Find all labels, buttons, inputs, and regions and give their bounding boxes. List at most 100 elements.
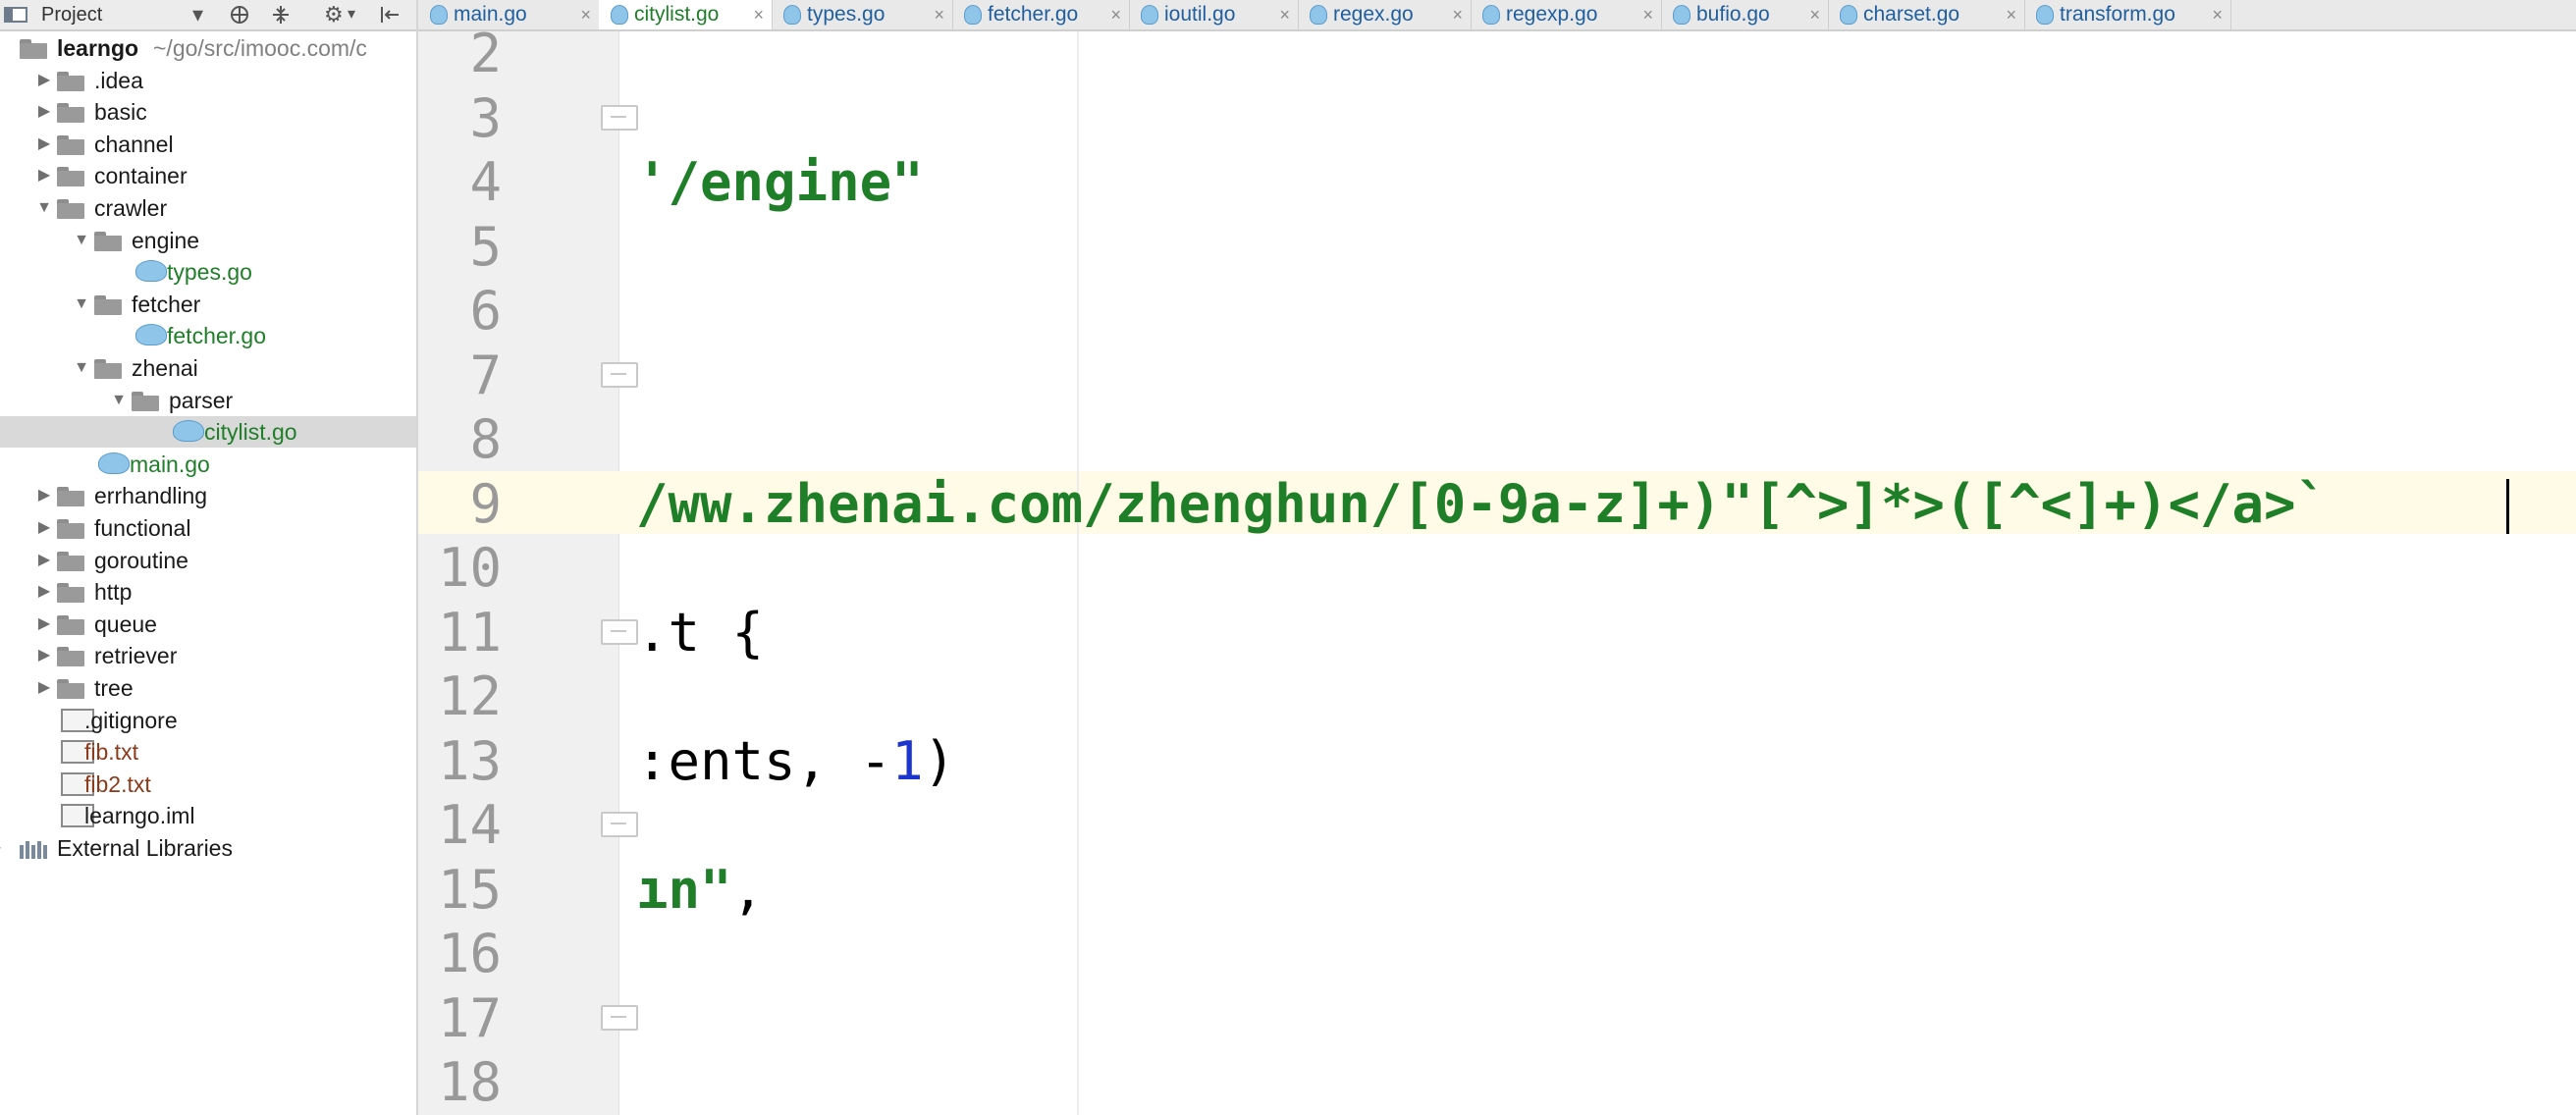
fold-marker-icon[interactable] [601,361,638,388]
project-view-icon [4,7,27,23]
tree-item[interactable]: ▶ .idea [0,65,416,96]
line-number: 4 [469,151,502,213]
code-line[interactable]: .t { [636,602,764,664]
expand-arrow-right-icon[interactable]: ▶ [0,832,4,864]
line-number: 16 [437,923,502,984]
tree-item-label: External Libraries [57,835,233,861]
expand-arrow-right-icon[interactable]: ▶ [35,480,53,511]
tab-bufio-go[interactable]: bufio.go × [1661,0,1829,29]
tree-item[interactable]: ▼ learngo ~/go/src/imooc.com/c [0,32,416,64]
expand-arrow-down-icon[interactable]: ▼ [35,192,53,224]
tree-item-label: zhenai [132,355,198,381]
expand-arrow-down-icon[interactable]: ▼ [0,32,4,64]
tree-item[interactable]: ▶ container [0,160,416,191]
tree-item[interactable]: ▶ errhandling [0,480,416,511]
project-title[interactable]: Project [41,0,102,29]
tree-item[interactable]: .gitignore [0,705,416,736]
go-file-icon [1840,5,1857,25]
crosshair-icon[interactable] [230,5,249,25]
tree-item[interactable]: ▼ crawler [0,192,416,224]
tab-fetcher-go[interactable]: fetcher.go × [952,0,1130,29]
fold-marker-icon[interactable] [601,812,638,837]
tree-item-label: crawler [94,195,168,221]
tree-item[interactable]: fib.txt [0,736,416,768]
close-icon[interactable]: × [2212,0,2223,29]
fold-marker-icon[interactable] [601,104,638,131]
close-icon[interactable]: × [1809,0,1820,29]
tree-item-label: http [94,579,133,606]
folder-icon [94,359,124,379]
tree-item-label: errhandling [94,483,208,509]
expand-arrow-right-icon[interactable]: ▶ [35,96,53,128]
expand-arrow-right-icon[interactable]: ▶ [35,609,53,640]
close-icon[interactable]: × [934,0,944,29]
tab-transform-go[interactable]: transform.go × [2024,0,2231,29]
tab-regex-go[interactable]: regex.go × [1298,0,1472,29]
tree-item[interactable]: ▶ queue [0,609,416,640]
tree-item[interactable]: ▶ http [0,576,416,608]
tree-item[interactable]: ▶ channel [0,129,416,160]
tree-item[interactable]: ▶ functional [0,512,416,544]
close-icon[interactable]: × [1110,0,1121,29]
expand-arrow-down-icon[interactable]: ▼ [73,289,90,320]
expand-arrow-down-icon[interactable]: ▼ [73,352,90,384]
tree-item[interactable]: ▶ basic [0,96,416,128]
expand-arrow-down-icon[interactable]: ▼ [110,385,128,416]
chevron-down-icon[interactable]: ▾ [192,0,203,29]
code-line[interactable]: :ents, -1) [636,730,955,793]
tab-label: charset.go [1863,3,1960,26]
tree-item[interactable]: ▼ parser [0,385,416,416]
hide-panel-icon[interactable] [379,5,401,25]
expand-arrow-right-icon[interactable]: ▶ [35,640,53,671]
tree-item-label: retriever [94,643,178,669]
close-icon[interactable]: × [1452,0,1463,29]
close-icon[interactable]: × [2006,0,2016,29]
tab-regexp-go[interactable]: regexp.go × [1471,0,1662,29]
tab-citylist-go[interactable]: citylist.go × [599,0,773,29]
tree-item[interactable]: types.go [0,256,416,288]
tree-item[interactable]: citylist.go [0,416,416,449]
tree-item[interactable]: ▼ fetcher [0,289,416,320]
expand-arrow-right-icon[interactable]: ▶ [35,512,53,544]
code-token: 1 [891,729,924,792]
expand-arrow-right-icon[interactable]: ▶ [35,672,53,704]
tree-item[interactable]: ▼ zhenai [0,352,416,384]
tab-types-go[interactable]: types.go × [772,0,953,29]
go-file-icon [964,5,982,25]
tree-item[interactable]: ▶ tree [0,672,416,704]
expand-arrow-right-icon[interactable]: ▶ [35,545,53,576]
close-icon[interactable]: × [1642,0,1653,29]
tree-item[interactable]: main.go [0,449,416,480]
tree-item[interactable]: ▶ External Libraries [0,832,416,864]
code-line[interactable]: ın", [636,859,764,922]
tab-ioutil-go[interactable]: ioutil.go × [1129,0,1299,29]
expand-arrow-down-icon[interactable]: ▼ [73,225,90,256]
close-icon[interactable]: × [1279,0,1290,29]
close-icon[interactable]: × [753,0,764,29]
tree-item[interactable]: learngo.iml [0,800,416,831]
folder-icon [57,519,86,539]
folder-icon [94,294,124,315]
close-icon[interactable]: × [580,0,591,29]
line-number: 11 [437,601,502,664]
fold-marker-icon[interactable] [601,1004,638,1031]
tree-item[interactable]: fetcher.go [0,320,416,351]
tree-item-label: fib2.txt [84,770,151,797]
expand-arrow-right-icon[interactable]: ▶ [35,160,53,191]
tree-item[interactable]: fib2.txt [0,769,416,800]
code-line[interactable]: '/engine" [636,151,924,214]
expand-arrow-right-icon[interactable]: ▶ [35,576,53,608]
expand-arrow-right-icon[interactable]: ▶ [35,129,53,160]
gear-icon[interactable]: ⚙ [324,0,344,29]
expand-arrow-right-icon[interactable]: ▶ [35,65,53,96]
gear-chevron-icon[interactable]: ▾ [348,0,355,29]
tab-charset-go[interactable]: charset.go × [1828,0,2025,29]
code-line[interactable]: /ww.zhenai.com/zhenghun/[0-9a-z]+)"[^>]*… [636,473,2328,536]
tree-item[interactable]: ▶ retriever [0,640,416,671]
fold-marker-icon[interactable] [601,618,638,645]
tree-item-label: citylist.go [204,419,297,446]
tree-item[interactable]: ▶ goroutine [0,545,416,576]
tree-item[interactable]: ▼ engine [0,225,416,256]
folder-icon [57,614,86,635]
collapse-all-icon[interactable] [271,5,291,25]
